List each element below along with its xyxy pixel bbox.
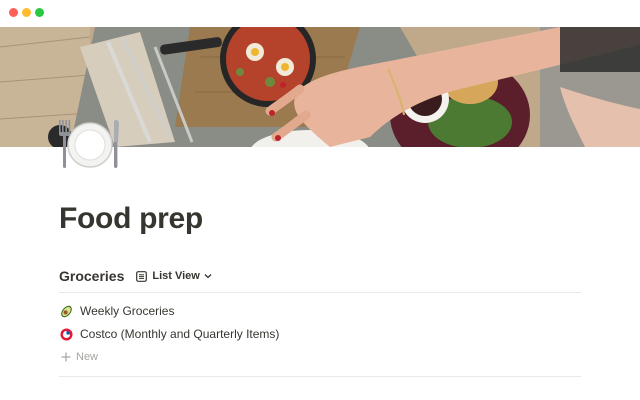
groceries-list: Weekly Groceries Costco (Monthly and Qua… <box>59 300 581 368</box>
avocado-icon <box>61 305 72 317</box>
chevron-down-icon <box>204 274 212 279</box>
minimize-window-button[interactable] <box>22 8 31 17</box>
database-header: Groceries List View <box>59 266 216 286</box>
database-top-divider <box>59 292 581 293</box>
list-view-icon <box>136 270 148 282</box>
costco-icon <box>60 328 73 340</box>
close-window-button[interactable] <box>9 8 18 17</box>
new-item-button[interactable]: New <box>59 346 581 368</box>
fork-and-knife-with-plate-icon[interactable] <box>52 110 124 176</box>
zoom-window-button[interactable] <box>35 8 44 17</box>
database-title[interactable]: Groceries <box>59 268 124 284</box>
database-bottom-divider <box>59 376 581 377</box>
list-item-label: Costco (Monthly and Quarterly Items) <box>80 327 280 341</box>
page-title[interactable]: Food prep <box>59 202 203 236</box>
list-item-costco[interactable]: Costco (Monthly and Quarterly Items) <box>59 323 581 345</box>
plus-icon <box>61 352 71 362</box>
view-label: List View <box>152 270 200 282</box>
new-item-label: New <box>76 351 99 363</box>
view-switcher-button[interactable]: List View <box>132 266 215 286</box>
list-item-label: Weekly Groceries <box>80 304 175 318</box>
window-titlebar <box>0 0 640 26</box>
list-item-weekly-groceries[interactable]: Weekly Groceries <box>59 300 581 322</box>
